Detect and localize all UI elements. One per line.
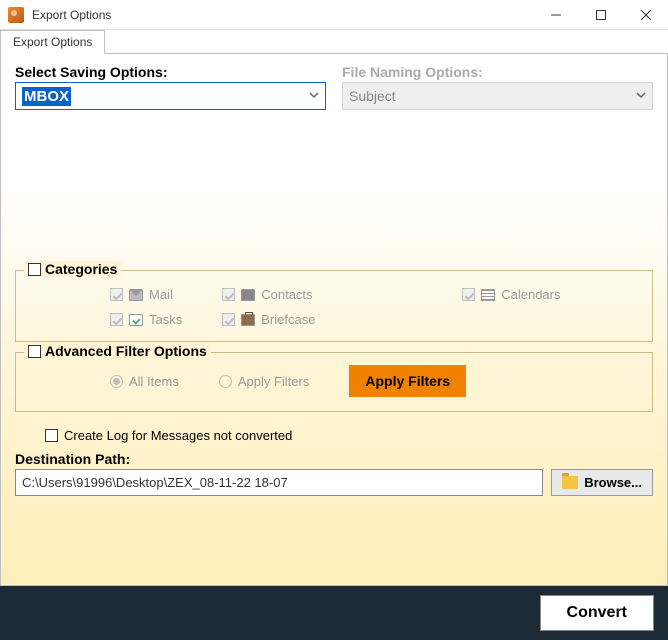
checkbox-disabled [110,288,123,301]
radio-all-items-label: All Items [129,374,179,389]
chevron-down-icon [636,87,646,105]
convert-button[interactable]: Convert [540,595,654,631]
destination-label: Destination Path: [15,451,653,467]
category-contacts: Contacts [222,287,422,302]
contacts-icon [241,289,255,301]
file-naming-select: Subject [342,82,653,110]
category-tasks: Tasks [110,312,182,327]
category-mail-label: Mail [149,287,173,302]
apply-filters-button[interactable]: Apply Filters [349,365,466,397]
create-log-checkbox[interactable] [45,429,58,442]
category-calendars: Calendars [462,287,560,302]
advanced-filter-checkbox[interactable] [28,345,41,358]
category-briefcase: Briefcase [222,312,422,327]
calendar-icon [481,289,495,301]
saving-options-label: Select Saving Options: [15,64,326,80]
create-log-row: Create Log for Messages not converted [45,428,653,443]
window-title: Export Options [32,8,533,22]
category-contacts-label: Contacts [261,287,312,302]
advanced-filter-legend: Advanced Filter Options [24,343,211,359]
tab-label: Export Options [13,35,92,49]
app-icon [8,7,24,23]
categories-checkbox[interactable] [28,263,41,276]
checkbox-disabled [110,313,123,326]
categories-fieldset: Categories Mail Tasks Contac [15,270,653,342]
close-button[interactable] [623,0,668,29]
radio-icon [219,375,232,388]
saving-options-value: MBOX [22,87,71,106]
advanced-filter-fieldset: Advanced Filter Options All Items Apply … [15,352,653,412]
radio-apply-filters: Apply Filters [219,374,310,389]
tasks-icon [129,314,143,326]
create-log-label: Create Log for Messages not converted [64,428,292,443]
titlebar: Export Options [0,0,668,30]
checkbox-disabled [462,288,475,301]
form-area: Select Saving Options: MBOX File Naming … [0,54,668,586]
chevron-down-icon [309,87,319,105]
category-tasks-label: Tasks [149,312,182,327]
checkbox-disabled [222,313,235,326]
destination-path-input[interactable] [15,469,543,496]
browse-button[interactable]: Browse... [551,469,653,496]
category-calendars-label: Calendars [501,287,560,302]
checkbox-disabled [222,288,235,301]
minimize-button[interactable] [533,0,578,29]
browse-button-label: Browse... [584,475,642,490]
tab-row: Export Options [0,30,668,54]
radio-all-items: All Items [110,374,179,389]
footer: Convert [0,586,668,640]
briefcase-icon [241,314,255,326]
categories-legend: Categories [24,261,121,277]
category-briefcase-label: Briefcase [261,312,315,327]
maximize-button[interactable] [578,0,623,29]
folder-icon [562,476,578,489]
file-naming-value: Subject [349,88,396,104]
category-mail: Mail [110,287,182,302]
mail-icon [129,289,143,301]
radio-apply-filters-label: Apply Filters [238,374,310,389]
tab-export-options[interactable]: Export Options [0,30,105,54]
window-controls [533,0,668,29]
advanced-filter-legend-label: Advanced Filter Options [45,343,207,359]
categories-legend-label: Categories [45,261,117,277]
file-naming-label: File Naming Options: [342,64,653,80]
saving-options-select[interactable]: MBOX [15,82,326,110]
radio-icon [110,375,123,388]
